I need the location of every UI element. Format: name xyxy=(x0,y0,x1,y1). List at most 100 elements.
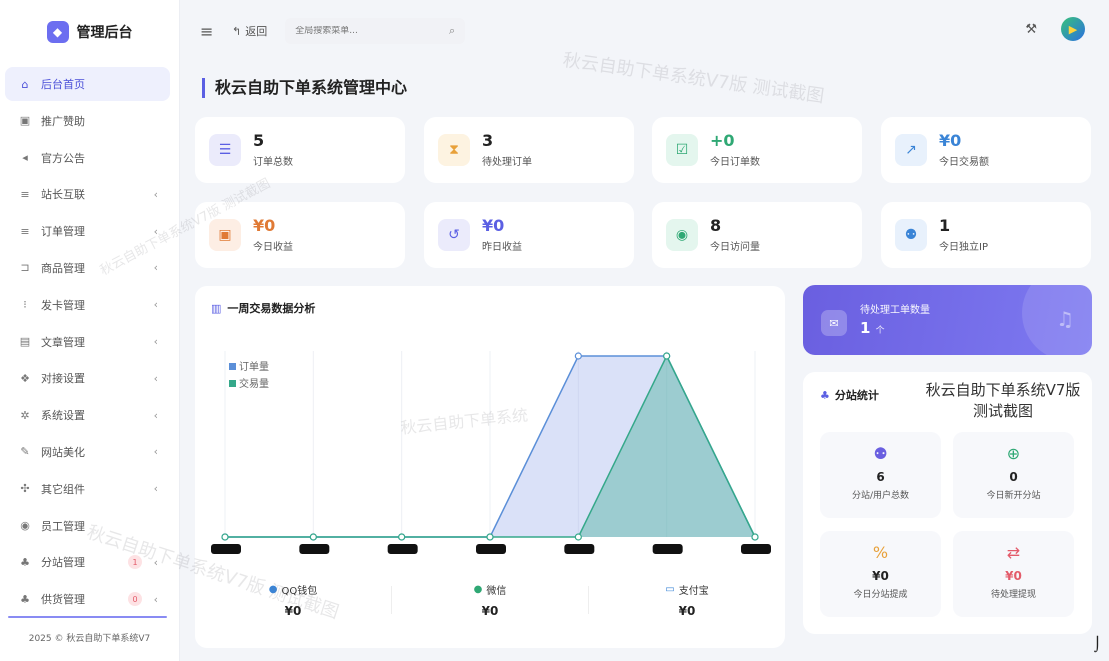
user-icon: ◉ xyxy=(20,519,30,533)
wrench-icon[interactable]: ⚒ xyxy=(1025,22,1037,37)
x-tick-label xyxy=(299,544,330,554)
branch-tile: % ¥0 今日分站提成 xyxy=(820,531,941,617)
payment-name: 支付宝 xyxy=(678,586,709,597)
money-icon: ▣ xyxy=(209,219,241,251)
chevron-left-icon[interactable]: ‹ xyxy=(154,298,158,311)
tile-label: 待处理提现 xyxy=(990,590,1036,600)
legend-label: 交易量 xyxy=(239,379,269,390)
back-label: 返回 xyxy=(245,25,268,38)
search-input[interactable] xyxy=(295,26,426,36)
x-tick-label xyxy=(476,544,506,554)
sidebar-item[interactable]: ◂ 官方公告 xyxy=(5,141,170,175)
hourglass-icon: ⧗ xyxy=(438,134,470,166)
sitemap-icon: ♣ xyxy=(820,388,830,402)
stat-card: ▣ ¥0 今日收益 xyxy=(195,202,405,268)
sidebar-item[interactable]: ▤ 文章管理 ‹ xyxy=(5,325,170,359)
sidebar-item[interactable]: ≡ 订单管理 ‹ xyxy=(5,214,170,248)
sidebar-footer: 2025 © 秋云自助下单系统V7 xyxy=(28,634,151,644)
qq-icon: ● xyxy=(268,584,278,595)
data-point xyxy=(574,352,582,360)
cart-icon: ⊐ xyxy=(20,261,30,275)
sidebar-item[interactable]: ✲ 系统设置 ‹ xyxy=(5,398,170,432)
chevron-left-icon[interactable]: ‹ xyxy=(154,409,158,422)
sidebar-item-label: 文章管理 xyxy=(41,335,85,349)
hamburger-icon[interactable]: ≡ xyxy=(200,22,222,41)
branch-tile: ⇄ ¥0 待处理提现 xyxy=(953,531,1074,617)
back-button[interactable]: ↰ 返回 xyxy=(232,23,267,39)
legend-item-trades[interactable]: 交易量 xyxy=(229,376,269,393)
x-tick-label xyxy=(211,544,241,554)
history-icon: ↺ xyxy=(438,219,470,251)
reply-arrow-icon: ↰ xyxy=(232,24,242,38)
chevron-left-icon[interactable]: ‹ xyxy=(154,225,158,238)
data-point xyxy=(574,533,582,541)
stat-label: 今日访问量 xyxy=(710,242,760,253)
sidebar-item[interactable]: ♣ 供货管理 0 ‹ xyxy=(5,582,170,616)
stat-card: ☰ 5 订单总数 xyxy=(195,117,405,183)
sidebar-item[interactable]: ♣ 分站管理 1 ‹ xyxy=(5,545,170,579)
stat-value: +0 xyxy=(710,131,735,150)
data-point xyxy=(751,533,759,541)
stat-card: ☑ +0 今日订单数 xyxy=(652,117,862,183)
sidebar-item[interactable]: ❖ 对接设置 ‹ xyxy=(5,361,170,395)
legend-swatch xyxy=(229,363,236,370)
book-icon: ▤ xyxy=(19,335,31,349)
branch-stats-card: ♣ 分站统计 秋云自助下单系统V7版 测试截图 ⚉ 6 分站/用户总数 ⊕ 0 今日新开分… xyxy=(803,372,1092,634)
credit-card-icon: ▭ xyxy=(665,584,675,595)
grid-icon: ⁝ xyxy=(23,298,27,312)
tile-value: 6 xyxy=(876,470,885,484)
sidebar-item[interactable]: ▣ 推广赞助 xyxy=(5,104,170,138)
sidebar-item-label: 站长互联 xyxy=(41,188,85,202)
search-icon[interactable]: ⌕ xyxy=(449,24,455,38)
stat-label: 今日订单数 xyxy=(710,157,760,168)
ticket-count: 1 xyxy=(860,319,871,337)
sidebar-item[interactable]: ✣ 其它组件 ‹ xyxy=(5,472,170,506)
payment-name: 微信 xyxy=(486,586,507,597)
chart-card: ▥ 一周交易数据分析 订单量 交易量 ● QQ钱包 ¥0 ● 微信 ¥0 ▭ 支付宝 ¥0 xyxy=(195,286,785,648)
sidebar-item[interactable]: ≡ 站长互联 ‹ xyxy=(5,177,170,211)
sidebar-item-label: 其它组件 xyxy=(41,482,85,496)
x-tick-label xyxy=(387,544,418,554)
gears-icon: ✣ xyxy=(20,482,30,496)
sidebar-item-label: 分站管理 xyxy=(41,556,85,570)
stat-value: 5 xyxy=(253,131,265,150)
chevron-left-icon[interactable]: ‹ xyxy=(154,482,158,495)
chevron-left-icon[interactable]: ‹ xyxy=(154,372,158,385)
sidebar-item[interactable]: ✎ 网站美化 ‹ xyxy=(5,435,170,469)
sidebar-item-label: 网站美化 xyxy=(41,445,85,459)
chevron-left-icon[interactable]: ‹ xyxy=(154,445,158,458)
sidebar-item[interactable]: ⊐ 商品管理 ‹ xyxy=(5,251,170,285)
payment-summary: ● QQ钱包 ¥0 ● 微信 ¥0 ▭ 支付宝 ¥0 xyxy=(195,582,785,618)
branch-header: ♣ 分站统计 xyxy=(820,387,879,403)
home-icon: ⌂ xyxy=(21,77,29,91)
branch-title: 分站统计 xyxy=(834,389,879,402)
branch-tile: ⊕ 0 今日新开分站 xyxy=(953,432,1074,518)
data-point xyxy=(398,533,406,541)
sidebar-item[interactable]: ◉ 员工管理 xyxy=(5,509,170,543)
avatar[interactable]: ▶ xyxy=(1061,17,1085,41)
legend-label: 订单量 xyxy=(239,362,269,373)
chevron-left-icon[interactable]: ‹ xyxy=(154,593,158,606)
chevron-left-icon[interactable]: ‹ xyxy=(154,261,158,274)
stat-value: 3 xyxy=(482,131,494,150)
ticket-unit: 个 xyxy=(875,326,885,336)
tile-label: 今日新开分站 xyxy=(986,491,1041,501)
list-icon: ≡ xyxy=(20,187,30,201)
brand[interactable]: ◆ 管理后台 xyxy=(0,0,179,64)
sidebar-item-label: 系统设置 xyxy=(41,409,85,423)
ticket-label: 待处理工单数量 xyxy=(860,305,930,316)
ticket-card[interactable]: ✉ 待处理工单数量 1 个 ♫ xyxy=(803,285,1092,355)
sidebar-item-label: 员工管理 xyxy=(41,519,85,533)
sidebar-item[interactable]: ⁝ 发卡管理 ‹ xyxy=(5,288,170,322)
legend-item-orders[interactable]: 订单量 xyxy=(229,359,269,376)
x-tick-label xyxy=(564,544,595,554)
sitemap-icon: ♣ xyxy=(20,592,30,606)
payment-item: ● QQ钱包 ¥0 xyxy=(195,582,391,618)
chevron-left-icon[interactable]: ‹ xyxy=(154,335,158,348)
x-tick-label xyxy=(652,544,683,554)
chevron-left-icon[interactable]: ‹ xyxy=(154,188,158,201)
stat-label: 今日交易额 xyxy=(939,157,989,168)
chevron-left-icon[interactable]: ‹ xyxy=(154,556,158,569)
resize-corner-icon: ⌡ xyxy=(1093,637,1101,653)
sidebar-item[interactable]: ⌂ 后台首页 xyxy=(5,67,170,101)
